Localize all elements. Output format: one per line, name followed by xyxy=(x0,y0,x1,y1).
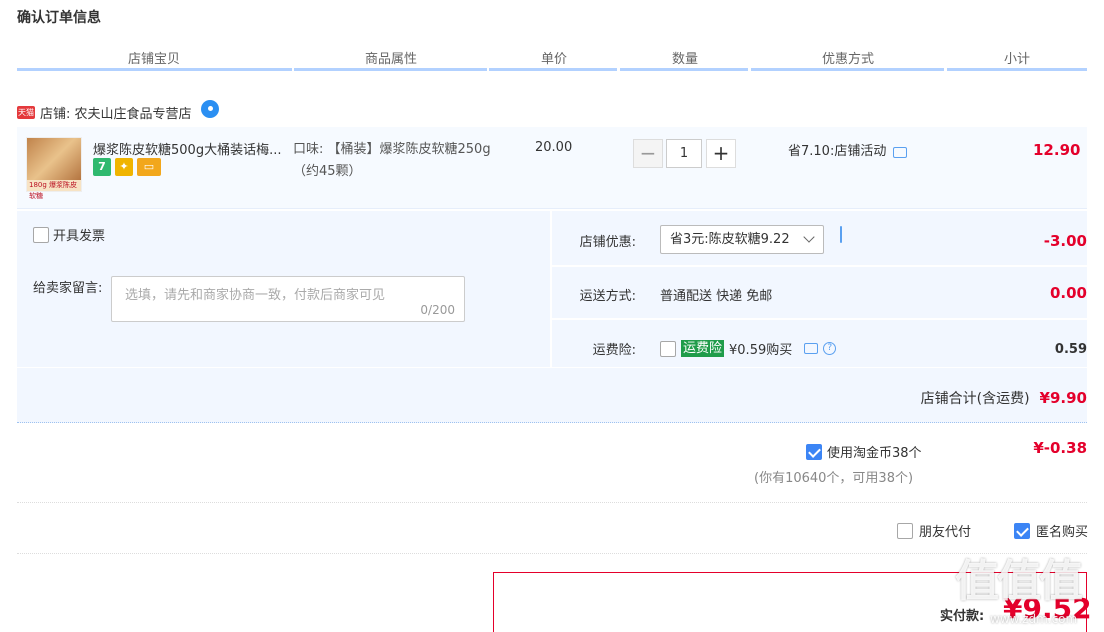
comment-icon[interactable] xyxy=(893,147,908,158)
shop-discount-value: -3.00 xyxy=(1043,232,1087,250)
anonymous-label: 匿名购买 xyxy=(1036,525,1089,540)
tmall-icon: 天猫 xyxy=(17,106,35,119)
col-header-attribute: 商品属性 xyxy=(365,52,418,67)
col-header-promotion: 优惠方式 xyxy=(822,52,875,67)
product-name-link[interactable]: 爆浆陈皮软糖500g大桶装话梅... xyxy=(93,139,283,158)
item-promotion: 省7.10:店铺活动 xyxy=(788,140,908,159)
header-divider xyxy=(489,68,617,71)
invoice-label: 开具发票 xyxy=(53,229,106,244)
shop-info: 天猫 店铺: 农夫山庄食品专营店 xyxy=(17,99,219,122)
seven-day-return-icon[interactable]: 7 xyxy=(93,158,111,176)
promotion-text: 省7.10:店铺活动 xyxy=(788,144,887,159)
divider xyxy=(17,502,1087,503)
page-title: 确认订单信息 xyxy=(17,10,101,26)
shipping-label: 运送方式: xyxy=(579,289,636,304)
message-label: 给卖家留言: xyxy=(33,281,103,296)
shop-discount-selected: 省3元:陈皮软糖9.22 xyxy=(670,232,790,247)
quantity-plus-button[interactable]: + xyxy=(706,139,736,168)
quantity-minus-button[interactable]: − xyxy=(633,139,663,168)
watermark-site: www.zdm.com xyxy=(990,612,1078,626)
service-badges: 7 ✦ ▭ xyxy=(93,158,161,176)
unit-price: 20.00 xyxy=(535,140,573,155)
col-header-subtotal: 小计 xyxy=(1004,52,1031,67)
header-divider xyxy=(751,68,944,71)
shop-total-label: 店铺合计(含运费) xyxy=(920,391,1030,407)
shop-name-link[interactable]: 店铺: 农夫山庄食品专营店 xyxy=(40,103,192,122)
help-icon[interactable]: ? xyxy=(823,342,837,355)
shipping-value: 0.00 xyxy=(1049,284,1087,302)
shipping-method: 普通配送 快递 免邮 xyxy=(660,289,773,304)
quality-guarantee-icon[interactable]: ✦ xyxy=(115,158,133,176)
coins-label: 使用淘金币38个 xyxy=(827,446,922,461)
wangwang-chat-icon[interactable] xyxy=(200,99,219,118)
invoice-checkbox[interactable] xyxy=(33,226,49,243)
friend-pay-label: 朋友代付 xyxy=(919,525,972,540)
shop-total: 店铺合计(含运费) ¥9.90 xyxy=(921,388,1087,408)
anonymous-checkbox[interactable] xyxy=(1014,522,1030,539)
shop-discount-select[interactable]: 省3元:陈皮软糖9.22 xyxy=(660,225,824,254)
friend-pay-checkbox[interactable] xyxy=(897,522,913,539)
header-divider xyxy=(294,68,487,71)
coin-option[interactable]: 使用淘金币38个 xyxy=(806,442,922,461)
comment-icon[interactable] xyxy=(840,226,842,243)
credit-card-icon[interactable]: ▭ xyxy=(137,158,161,176)
insurance-checkbox[interactable] xyxy=(660,340,676,357)
quantity-input[interactable]: 1 xyxy=(666,139,702,168)
header-divider xyxy=(947,68,1087,71)
insurance-label: 运费险: xyxy=(592,343,636,358)
invoice-option[interactable]: 开具发票 xyxy=(33,225,105,244)
col-header-quantity: 数量 xyxy=(672,52,699,67)
shop-discount-label: 店铺优惠: xyxy=(579,235,636,250)
chevron-down-icon xyxy=(803,231,815,243)
anonymous-option[interactable]: 匿名购买 xyxy=(1014,521,1088,540)
header-divider xyxy=(17,68,292,71)
col-header-shop-item: 店铺宝贝 xyxy=(128,52,181,67)
seller-message-input[interactable]: 选填，请先和商家协商一致，付款后商家可见 0/200 xyxy=(111,276,465,322)
insurance-value: 0.59 xyxy=(1054,342,1087,357)
insurance-option: 运费险 ¥0.59购买 ? xyxy=(660,339,837,358)
header-divider xyxy=(620,68,748,71)
coins-checkbox[interactable] xyxy=(806,443,822,460)
friend-pay-option[interactable]: 朋友代付 xyxy=(897,521,971,540)
shop-total-value: ¥9.90 xyxy=(1039,389,1087,407)
message-counter: 0/200 xyxy=(420,303,455,317)
col-header-unit-price: 单价 xyxy=(541,52,568,67)
insurance-badge: 运费险 xyxy=(681,340,725,357)
product-attribute: 口味: 【桶装】爆浆陈皮软糖250g（约45颗） xyxy=(293,142,491,179)
quantity-stepper: − 1 + xyxy=(633,139,736,168)
coins-value: ¥-0.38 xyxy=(1033,439,1087,457)
thumbnail-caption: 180g 爆浆陈皮软糖 xyxy=(27,180,81,200)
item-subtotal: 12.90 xyxy=(1033,141,1081,159)
product-thumbnail[interactable]: 180g 爆浆陈皮软糖 xyxy=(26,137,82,200)
insurance-price: ¥0.59购买 xyxy=(729,343,793,358)
coins-note: (你有10640个，可用38个) xyxy=(754,471,914,486)
message-placeholder: 选填，请先和商家协商一致，付款后商家可见 xyxy=(125,288,386,303)
comment-icon[interactable] xyxy=(804,343,819,354)
divider xyxy=(17,553,1087,554)
